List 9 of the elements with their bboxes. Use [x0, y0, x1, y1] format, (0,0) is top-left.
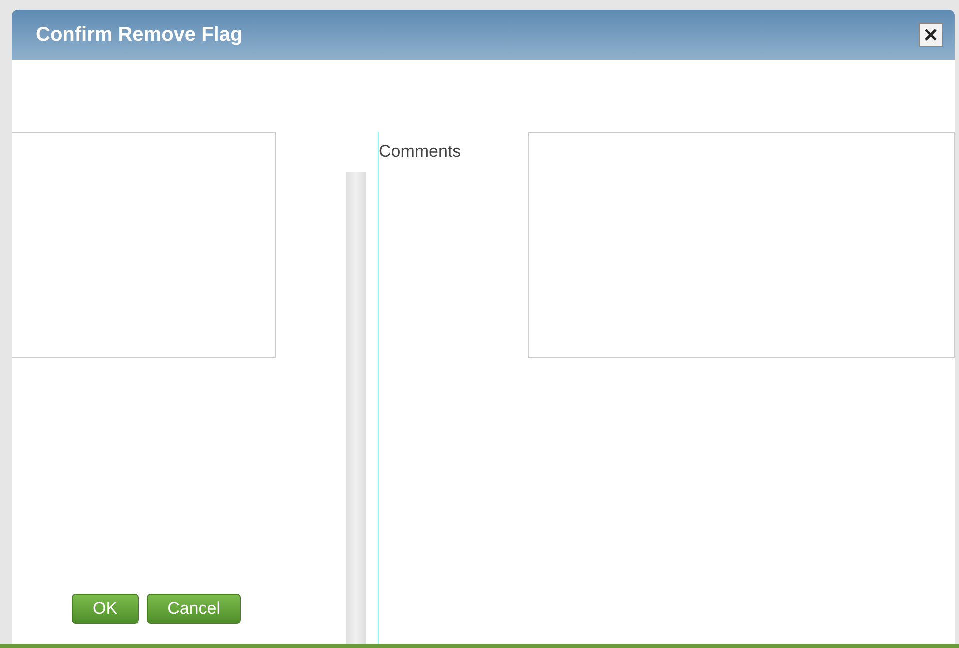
text-area[interactable] [12, 132, 276, 358]
close-button[interactable] [919, 23, 943, 47]
close-icon [924, 28, 938, 42]
comments-field[interactable] [528, 132, 955, 358]
comments-label: Comments [379, 142, 462, 161]
ok-button[interactable]: OK [72, 594, 139, 624]
dialog-title: Confirm Remove Flag [36, 24, 243, 46]
scrollbar[interactable] [346, 172, 366, 644]
cancel-button[interactable]: Cancel [146, 594, 242, 624]
